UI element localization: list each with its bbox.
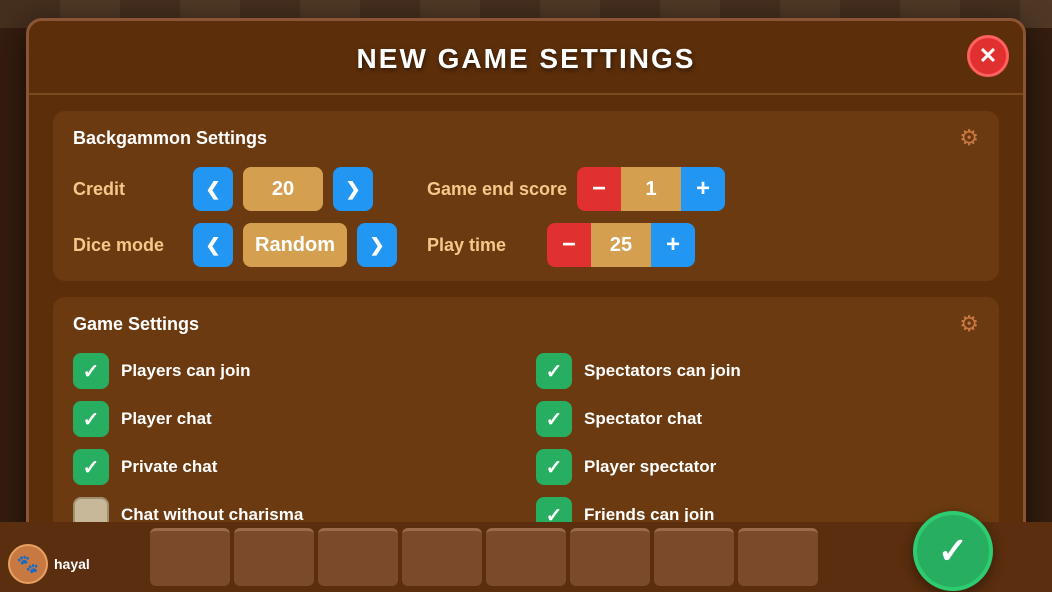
backgammon-right-controls: Game end score − 1 + Play time − 25 (427, 167, 725, 267)
play-time-control: Play time − 25 + (427, 223, 725, 267)
players-can-join-item: ✓ Players can join (73, 353, 516, 389)
player-spectator-label: Player spectator (584, 457, 716, 477)
game-gear-icon: ⚙ (959, 311, 979, 337)
play-time-decrease-button[interactable]: − (547, 223, 591, 267)
game-settings-section: Game Settings ⚙ ✓ Players can join ✓ Spe… (53, 297, 999, 547)
backgammon-section-title: Backgammon Settings (73, 128, 267, 149)
play-time-stepper: − 25 + (547, 223, 695, 267)
player-spectator-item: ✓ Player spectator (536, 449, 979, 485)
bottom-tab-1[interactable] (150, 528, 230, 586)
game-end-score-label: Game end score (427, 179, 567, 200)
dice-mode-control: Dice mode ❮ Random ❯ (73, 223, 397, 267)
bottom-bar: 🐾 hayal (0, 522, 1052, 592)
private-chat-checkbox[interactable]: ✓ (73, 449, 109, 485)
spectators-can-join-item: ✓ Spectators can join (536, 353, 979, 389)
game-end-score-decrease-button[interactable]: − (577, 167, 621, 211)
confirm-button[interactable]: ✓ (913, 511, 993, 591)
play-time-value: 25 (591, 223, 651, 267)
backgammon-gear-icon: ⚙ (959, 125, 979, 151)
backgammon-settings-section: Backgammon Settings ⚙ Credit ❮ 20 ❯ Dice… (53, 111, 999, 281)
backgammon-left-controls: Credit ❮ 20 ❯ Dice mode ❮ Random ❯ (73, 167, 397, 267)
bottom-tab-5[interactable] (486, 528, 566, 586)
play-time-increase-button[interactable]: + (651, 223, 695, 267)
game-end-score-stepper: − 1 + (577, 167, 725, 211)
spectator-chat-checkmark: ✓ (546, 407, 563, 432)
credit-value: 20 (243, 167, 323, 211)
avatar: 🐾 (8, 544, 48, 584)
game-end-score-increase-button[interactable]: + (681, 167, 725, 211)
confirm-checkmark: ✓ (938, 530, 968, 572)
bottom-tab-3[interactable] (318, 528, 398, 586)
dice-mode-increase-button[interactable]: ❯ (357, 223, 397, 267)
players-can-join-label: Players can join (121, 361, 250, 381)
avatar-icon: 🐾 (17, 554, 39, 575)
spectator-chat-label: Spectator chat (584, 409, 702, 429)
close-button[interactable]: ✕ (967, 35, 1009, 77)
players-can-join-checkmark: ✓ (83, 359, 100, 384)
credit-decrease-button[interactable]: ❮ (193, 167, 233, 211)
game-section-header: Game Settings ⚙ (73, 311, 979, 337)
bottom-tab-7[interactable] (654, 528, 734, 586)
bottom-tab-2[interactable] (234, 528, 314, 586)
dice-mode-value: Random (243, 223, 347, 267)
credit-control: Credit ❮ 20 ❯ (73, 167, 397, 211)
bottom-tabs (140, 524, 828, 590)
bottom-tab-4[interactable] (402, 528, 482, 586)
modal: NEW GAME SETTINGS ✕ Backgammon Settings … (26, 18, 1026, 574)
private-chat-label: Private chat (121, 457, 217, 477)
spectator-chat-checkbox[interactable]: ✓ (536, 401, 572, 437)
game-end-score-value: 1 (621, 167, 681, 211)
username: hayal (54, 556, 90, 572)
player-chat-checkmark: ✓ (83, 407, 100, 432)
spectators-can-join-checkbox[interactable]: ✓ (536, 353, 572, 389)
backgammon-controls: Credit ❮ 20 ❯ Dice mode ❮ Random ❯ (73, 167, 979, 267)
spectator-chat-item: ✓ Spectator chat (536, 401, 979, 437)
players-can-join-checkbox[interactable]: ✓ (73, 353, 109, 389)
bottom-tab-8[interactable] (738, 528, 818, 586)
credit-increase-button[interactable]: ❯ (333, 167, 373, 211)
credit-label: Credit (73, 179, 183, 200)
spectators-can-join-label: Spectators can join (584, 361, 741, 381)
game-settings-checkboxes: ✓ Players can join ✓ Spectators can join… (73, 353, 979, 533)
backgammon-section-header: Backgammon Settings ⚙ (73, 125, 979, 151)
bottom-tab-6[interactable] (570, 528, 650, 586)
modal-title: NEW GAME SETTINGS (357, 43, 696, 74)
player-chat-label: Player chat (121, 409, 212, 429)
dice-mode-label: Dice mode (73, 235, 183, 256)
dice-mode-decrease-button[interactable]: ❮ (193, 223, 233, 267)
player-spectator-checkmark: ✓ (546, 455, 563, 480)
spectators-can-join-checkmark: ✓ (546, 359, 563, 384)
player-chat-item: ✓ Player chat (73, 401, 516, 437)
player-spectator-checkbox[interactable]: ✓ (536, 449, 572, 485)
game-section-title: Game Settings (73, 314, 199, 335)
player-chat-checkbox[interactable]: ✓ (73, 401, 109, 437)
modal-overlay: NEW GAME SETTINGS ✕ Backgammon Settings … (0, 0, 1052, 592)
play-time-label: Play time (427, 235, 537, 256)
private-chat-item: ✓ Private chat (73, 449, 516, 485)
modal-header: NEW GAME SETTINGS (29, 21, 1023, 95)
private-chat-checkmark: ✓ (83, 455, 100, 480)
user-area: 🐾 hayal (8, 544, 90, 584)
game-end-score-control: Game end score − 1 + (427, 167, 725, 211)
